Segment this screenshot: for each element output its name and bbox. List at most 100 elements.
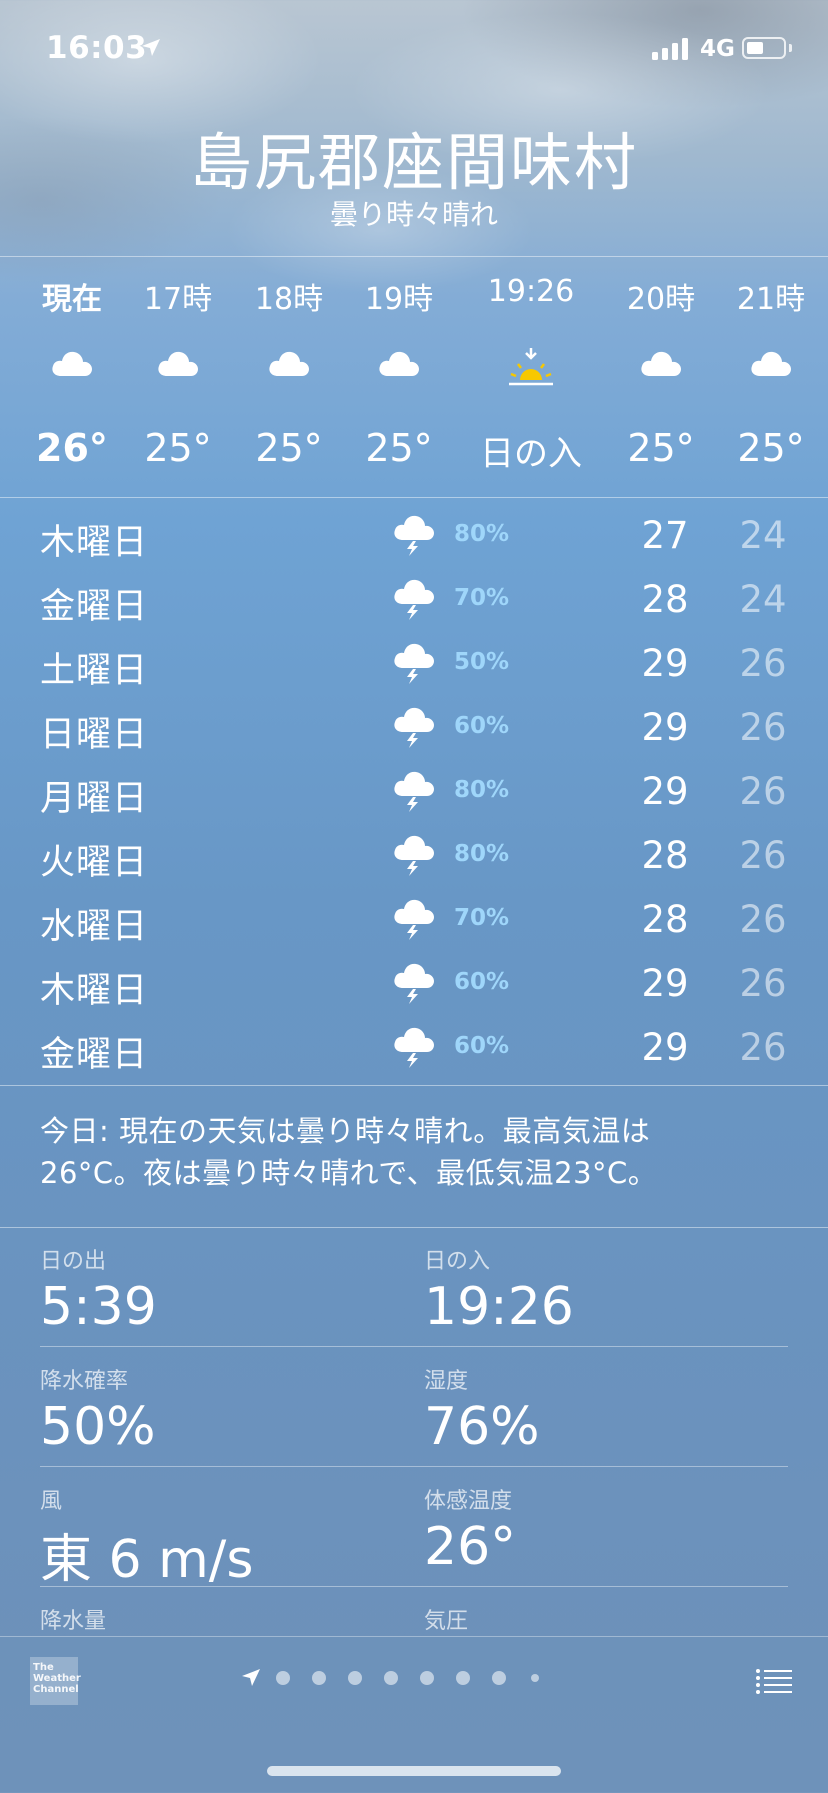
cloud-icon [749, 348, 793, 382]
logo-text: Channel [33, 1684, 79, 1695]
today-summary: 今日: 現在の天気は曇り時々晴れ。最高気温は 26°C。夜は曇り時々晴れで、最低… [40, 1110, 800, 1194]
hourly-temp: 25° [737, 426, 805, 470]
hourly-label: 20時 [626, 282, 696, 317]
hourly-item: 20時 25° [611, 256, 711, 496]
hourly-label: 現在 [42, 282, 102, 317]
page-dot[interactable] [456, 1671, 470, 1685]
hourly-temp: 25° [365, 426, 433, 470]
page-dot[interactable] [276, 1671, 290, 1685]
divider [0, 1227, 828, 1228]
cloud-icon [267, 348, 311, 382]
day-name: 水曜日 [40, 907, 149, 947]
hourly-item: 19:26 日の入 [466, 256, 596, 496]
status-bar: 16:03 4G [0, 0, 828, 100]
day-name: 火曜日 [40, 843, 149, 883]
precip-chance: 60% [454, 969, 510, 995]
detail-label: 日の出 [40, 1249, 107, 1274]
day-name: 木曜日 [40, 523, 149, 563]
status-time: 16:03 [46, 30, 148, 66]
hourly-item: 19時 25° [349, 256, 449, 496]
precip-chance: 80% [454, 777, 510, 803]
detail-sunrise: 日の出 5:39 [40, 1243, 400, 1337]
page-dot[interactable] [531, 1674, 539, 1682]
thunderstorm-icon [392, 832, 436, 880]
precip-chance: 70% [454, 905, 510, 931]
hourly-label: 21時 [736, 282, 806, 317]
page-dot[interactable] [492, 1671, 506, 1685]
weather-channel-logo[interactable]: The Weather Channel [30, 1657, 81, 1705]
day-name: 木曜日 [40, 971, 149, 1011]
high-temp: 29 [641, 962, 689, 1005]
network-type: 4G [700, 36, 735, 62]
city-list-icon[interactable] [756, 1669, 792, 1695]
hourly-label: 17時 [143, 282, 213, 317]
precip-chance: 80% [454, 841, 510, 867]
daily-row: 日曜日 60% 29 26 [0, 694, 828, 758]
low-temp: 24 [739, 578, 787, 621]
high-temp: 29 [641, 642, 689, 685]
cloud-icon [377, 348, 421, 382]
day-name: 月曜日 [40, 779, 149, 819]
thunderstorm-icon [392, 768, 436, 816]
detail-value: 76% [424, 1397, 540, 1457]
hourly-item: 21時 25° [721, 256, 821, 496]
detail-divider [40, 1346, 788, 1347]
low-temp: 26 [739, 770, 787, 813]
battery-nub [789, 44, 792, 52]
page-dot[interactable] [312, 1671, 326, 1685]
thunderstorm-icon [392, 512, 436, 560]
home-indicator[interactable] [267, 1766, 561, 1776]
divider [0, 497, 828, 498]
detail-divider [40, 1466, 788, 1467]
hourly-temp: 25° [627, 426, 695, 470]
thunderstorm-icon [392, 704, 436, 752]
detail-precip-amount: 降水量 [40, 1603, 400, 1635]
detail-value: 東 6 m/s [40, 1530, 254, 1590]
hourly-temp: 日の入 [480, 434, 582, 474]
hourly-forecast[interactable]: 現在 26° 17時 25° 18時 25° 19時 25° 19:26 日の入 20時 25° 21時… [0, 256, 828, 496]
logo-text: The [33, 1662, 54, 1673]
detail-value: 19:26 [424, 1277, 574, 1337]
precip-chance: 70% [454, 585, 510, 611]
detail-humidity: 湿度 76% [424, 1363, 784, 1457]
precip-chance: 60% [454, 713, 510, 739]
detail-wind: 風 東 6 m/s [40, 1483, 400, 1592]
detail-value: 50% [40, 1397, 156, 1457]
day-name: 日曜日 [40, 715, 149, 755]
low-temp: 26 [739, 962, 787, 1005]
daily-row: 木曜日 60% 29 26 [0, 950, 828, 1014]
low-temp: 26 [739, 1026, 787, 1069]
summary-line: 26°C。夜は曇り時々晴れで、最低気温23°C。 [40, 1156, 658, 1190]
high-temp: 28 [641, 578, 689, 621]
high-temp: 29 [641, 770, 689, 813]
hourly-temp: 26° [36, 426, 108, 470]
detail-sunset: 日の入 19:26 [424, 1243, 784, 1337]
signal-icon [652, 38, 688, 60]
day-name: 土曜日 [40, 651, 149, 691]
high-temp: 28 [641, 898, 689, 941]
page-dot[interactable] [348, 1671, 362, 1685]
detail-pressure: 気圧 [424, 1603, 784, 1635]
low-temp: 26 [739, 706, 787, 749]
precip-chance: 60% [454, 1033, 510, 1059]
low-temp: 26 [739, 898, 787, 941]
detail-label: 降水確率 [40, 1369, 129, 1394]
page-dot[interactable] [384, 1671, 398, 1685]
daily-row: 金曜日 70% 28 24 [0, 566, 828, 630]
sunset-icon [507, 348, 555, 392]
high-temp: 28 [641, 834, 689, 877]
detail-label: 日の入 [424, 1249, 491, 1274]
low-temp: 26 [739, 642, 787, 685]
page-dot[interactable] [420, 1671, 434, 1685]
current-condition: 曇り時々晴れ [329, 198, 498, 231]
precip-chance: 50% [454, 649, 510, 675]
hourly-item: 17時 25° [128, 256, 228, 496]
logo-text: Weather [33, 1673, 81, 1684]
cloud-icon [156, 348, 200, 382]
daily-row: 月曜日 80% 29 26 [0, 758, 828, 822]
daily-row: 金曜日 60% 29 26 [0, 1014, 828, 1078]
thunderstorm-icon [392, 1024, 436, 1072]
detail-label: 湿度 [424, 1369, 469, 1394]
current-location-page-icon[interactable] [240, 1667, 262, 1689]
detail-precip-chance: 降水確率 50% [40, 1363, 400, 1457]
